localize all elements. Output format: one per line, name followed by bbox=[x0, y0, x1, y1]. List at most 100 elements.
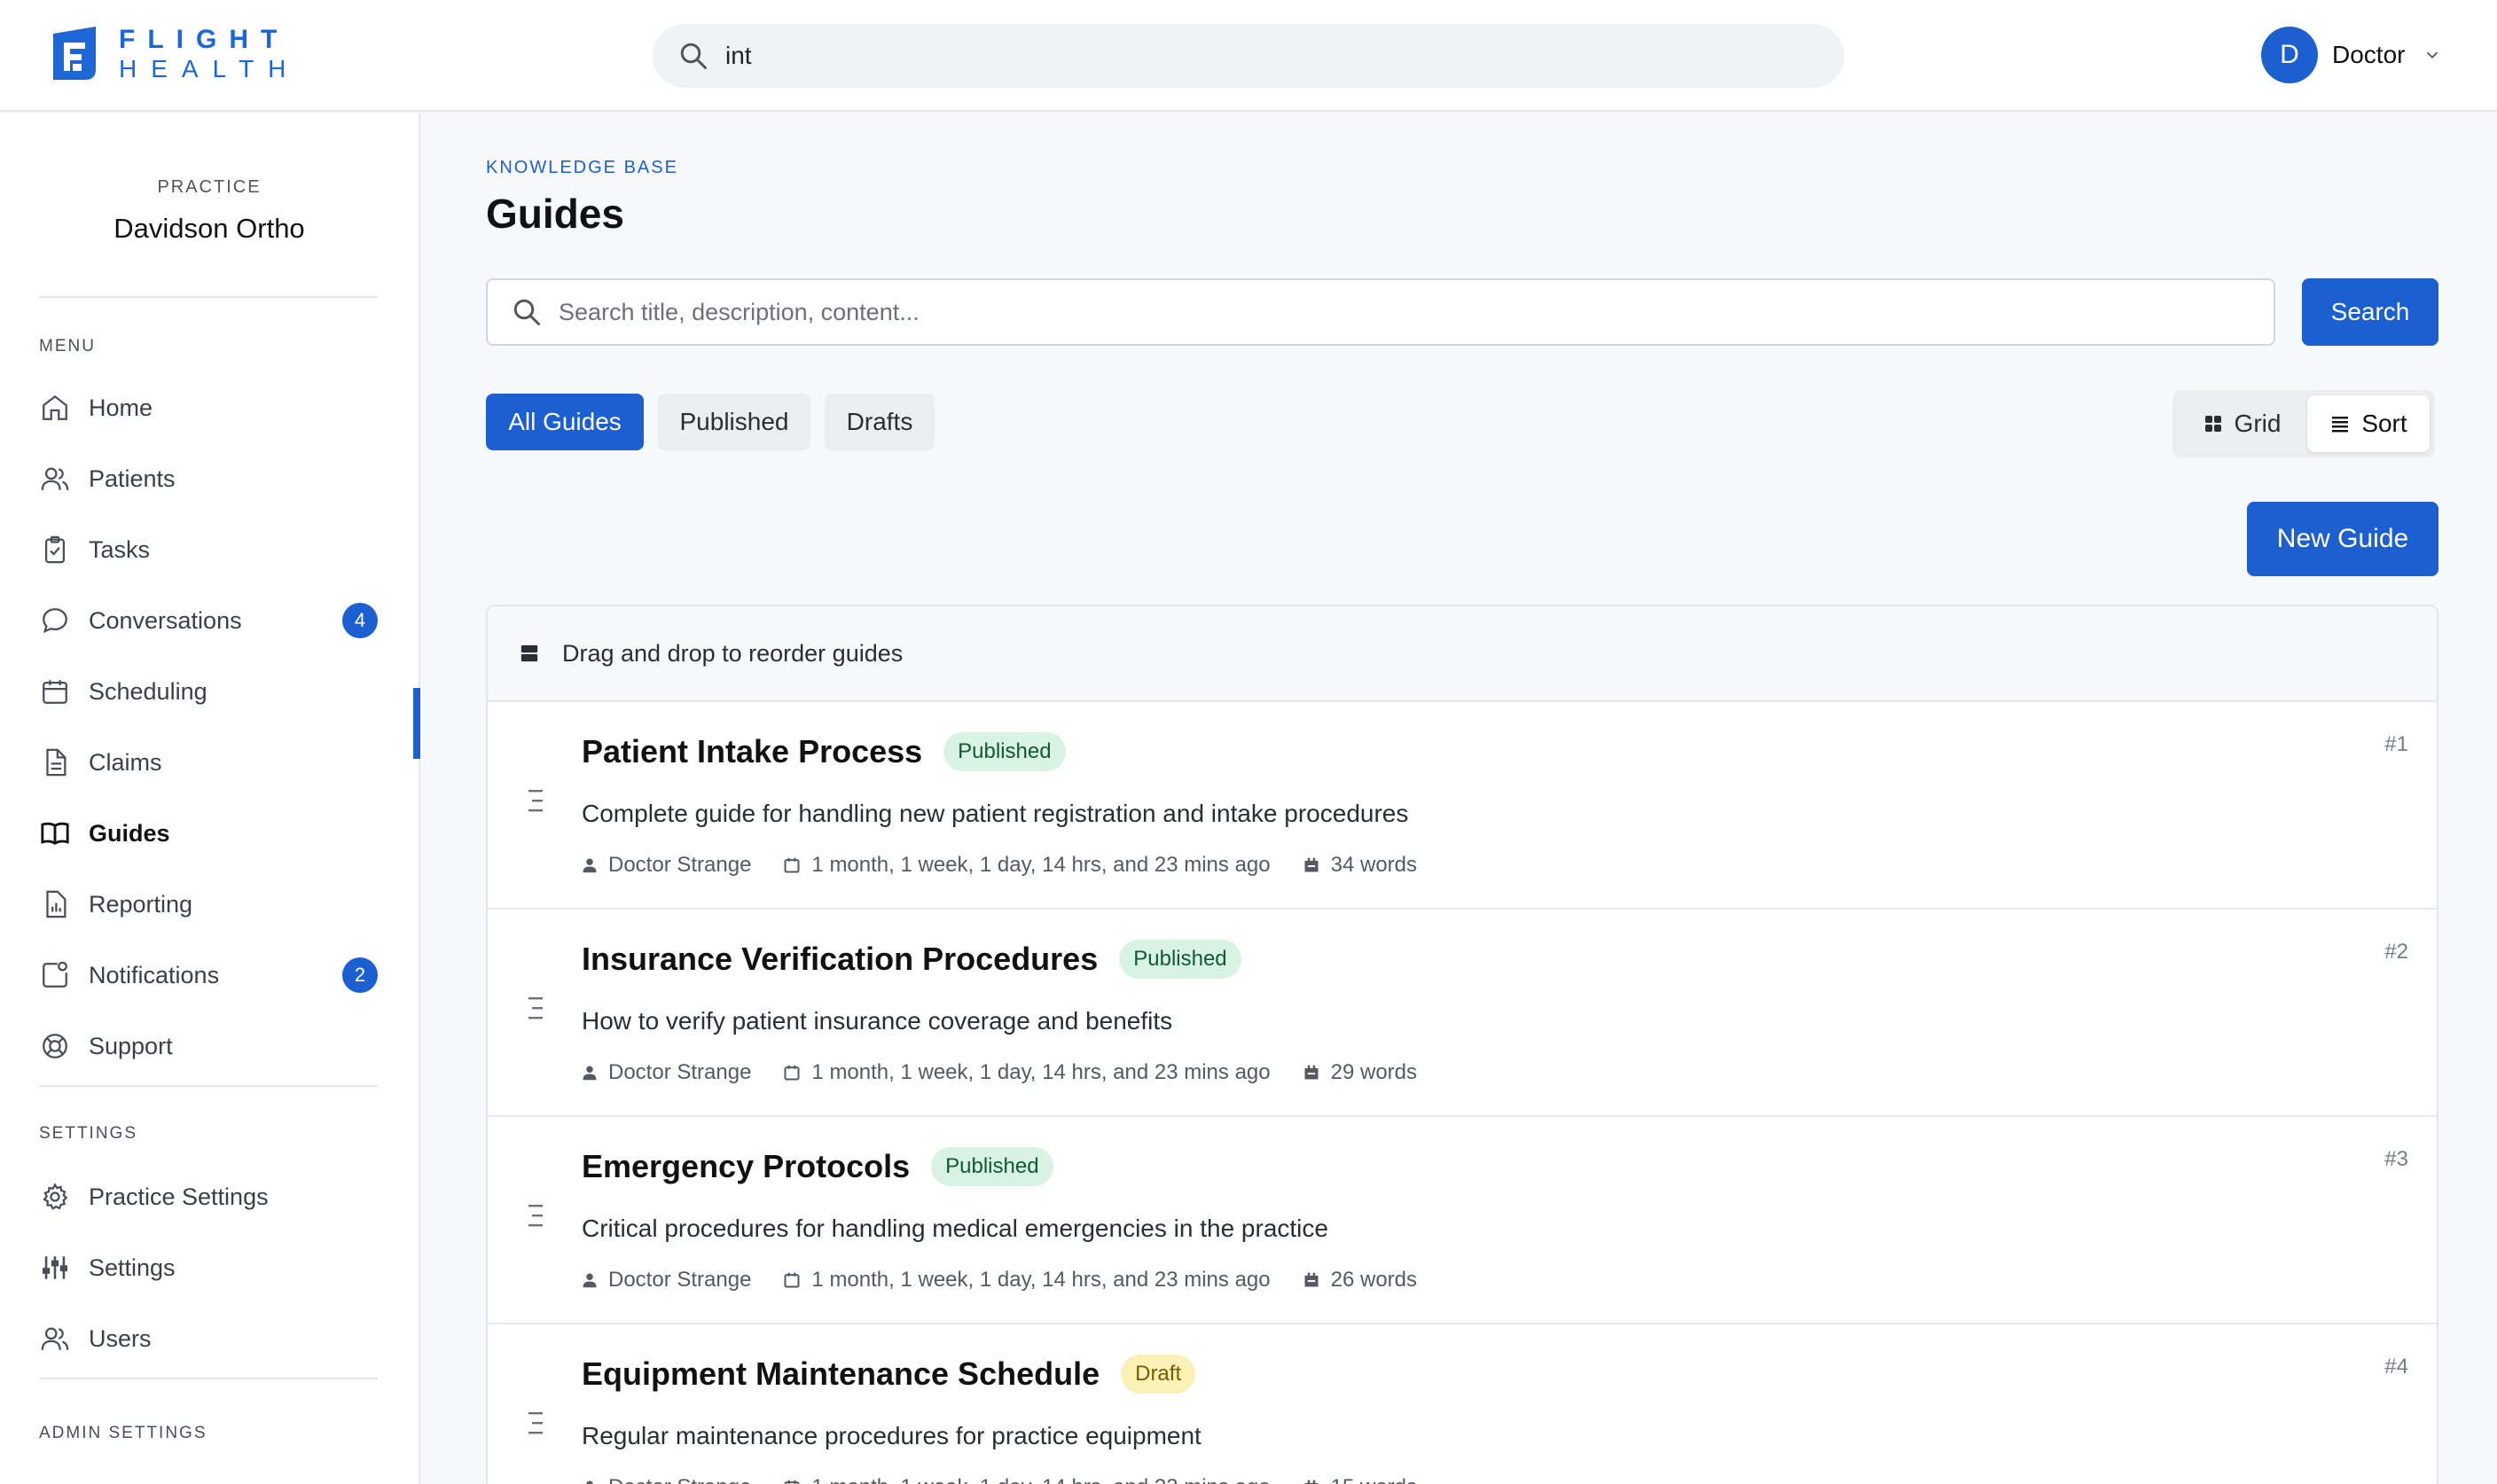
status-badge: Draft bbox=[1121, 1355, 1196, 1394]
sort-view-button[interactable]: Sort bbox=[2307, 395, 2430, 452]
guide-row[interactable]: Equipment Maintenance Schedule Draft Reg… bbox=[488, 1324, 2437, 1484]
guide-author: Doctor Strange bbox=[608, 1060, 752, 1084]
guide-meta: Doctor Strange 1 month, 1 week, 1 day, 1… bbox=[582, 1475, 1449, 1484]
sidebar-item-claims[interactable]: Claims bbox=[39, 736, 378, 789]
guide-updated: 1 month, 1 week, 1 day, 14 hrs, and 23 m… bbox=[811, 853, 1271, 877]
guide-meta: Doctor Strange 1 month, 1 week, 1 day, 1… bbox=[582, 1060, 1449, 1085]
report-chart-icon bbox=[39, 888, 71, 920]
gear-icon bbox=[39, 1181, 71, 1213]
drag-handle-icon[interactable] bbox=[527, 1202, 544, 1229]
filter-published[interactable]: Published bbox=[658, 394, 810, 450]
grid-icon bbox=[2203, 413, 2224, 434]
sidebar-item-notifications[interactable]: Notifications 2 bbox=[39, 949, 378, 1002]
sidebar-item-conversations[interactable]: Conversations 4 bbox=[39, 594, 378, 647]
conversations-count-badge: 4 bbox=[342, 603, 378, 638]
guide-word-count: 29 words bbox=[1330, 1060, 1418, 1084]
sidebar-item-label: Tasks bbox=[89, 535, 151, 563]
top-bar: FLIGHT HEALTH D Doctor bbox=[0, 0, 2497, 112]
sidebar-item-tasks[interactable]: Tasks bbox=[39, 523, 378, 576]
guide-description: Critical procedures for handling medical… bbox=[582, 1215, 1328, 1242]
filter-all-guides[interactable]: All Guides bbox=[486, 394, 644, 450]
global-search-bar[interactable] bbox=[653, 24, 1844, 88]
sidebar-divider bbox=[39, 296, 378, 298]
sidebar-item-label: Conversations bbox=[89, 606, 242, 634]
sidebar: PRACTICE Davidson Ortho MENU Home Patien… bbox=[0, 113, 420, 1484]
sidebar-item-label: Reporting bbox=[89, 890, 193, 918]
active-nav-indicator bbox=[413, 688, 420, 759]
user-name[interactable]: Doctor bbox=[2332, 41, 2405, 69]
guide-title[interactable]: Equipment Maintenance Schedule bbox=[582, 1355, 1100, 1393]
guide-updated: 1 month, 1 week, 1 day, 14 hrs, and 23 m… bbox=[811, 1475, 1270, 1484]
guide-title[interactable]: Insurance Verification Procedures bbox=[582, 941, 1098, 978]
sidebar-item-label: Support bbox=[89, 1032, 173, 1059]
sidebar-item-label: Guides bbox=[89, 819, 170, 847]
guide-row[interactable]: Patient Intake Process Published Complet… bbox=[488, 702, 2437, 910]
word-count-icon bbox=[1304, 857, 1319, 872]
word-count-icon bbox=[1304, 1272, 1319, 1287]
guides-list: Drag and drop to reorder guides Patient … bbox=[486, 605, 2438, 1484]
chevron-down-icon[interactable] bbox=[2423, 45, 2442, 65]
drag-handle-icon[interactable] bbox=[527, 787, 544, 814]
sidebar-item-scheduling[interactable]: Scheduling bbox=[39, 665, 378, 718]
global-search-input[interactable] bbox=[725, 42, 1789, 70]
filter-drafts[interactable]: Drafts bbox=[825, 394, 935, 450]
guide-order-number: #1 bbox=[2384, 732, 2408, 756]
sidebar-item-home[interactable]: Home bbox=[39, 381, 378, 434]
status-badge: Published bbox=[1119, 940, 1241, 979]
user-icon bbox=[583, 1066, 597, 1081]
users-icon bbox=[39, 463, 71, 495]
view-toggle: Grid Sort bbox=[2172, 390, 2435, 457]
sidebar-item-users[interactable]: Users bbox=[39, 1312, 378, 1365]
user-menu[interactable]: D Doctor bbox=[2261, 27, 2442, 83]
reorder-hint-text: Drag and drop to reorder guides bbox=[562, 639, 904, 667]
guide-title[interactable]: Emergency Protocols bbox=[582, 1148, 910, 1185]
status-badge: Published bbox=[931, 1147, 1053, 1186]
sidebar-item-reporting[interactable]: Reporting bbox=[39, 878, 378, 931]
guide-title[interactable]: Patient Intake Process bbox=[582, 733, 922, 770]
guide-search-input[interactable] bbox=[559, 298, 2243, 326]
guide-row[interactable]: Insurance Verification Procedures Publis… bbox=[488, 910, 2437, 1117]
sidebar-item-label: Claims bbox=[89, 748, 162, 776]
practice-label: PRACTICE bbox=[157, 177, 262, 197]
reorder-hint-bar: Drag and drop to reorder guides bbox=[488, 606, 2437, 702]
new-guide-button[interactable]: New Guide bbox=[2247, 502, 2438, 576]
guide-row[interactable]: Emergency Protocols Published Critical p… bbox=[488, 1117, 2437, 1324]
drag-handle-icon[interactable] bbox=[527, 995, 544, 1021]
calendar-icon bbox=[784, 1065, 800, 1081]
avatar[interactable]: D bbox=[2261, 27, 2318, 83]
sidebar-item-label: Patients bbox=[89, 465, 176, 492]
sort-view-label: Sort bbox=[2361, 410, 2407, 437]
drag-handle-icon[interactable] bbox=[527, 1410, 544, 1436]
user-icon bbox=[583, 858, 597, 873]
lifebuoy-icon bbox=[39, 1030, 71, 1062]
practice-name[interactable]: Davidson Ortho bbox=[0, 213, 419, 245]
knowledge-base-label: KNOWLEDGE BASE bbox=[486, 158, 678, 177]
search-icon bbox=[513, 299, 540, 325]
guide-updated: 1 month, 1 week, 1 day, 14 hrs, and 23 m… bbox=[811, 1268, 1271, 1292]
sidebar-item-label: Users bbox=[89, 1324, 152, 1352]
guide-description: Complete guide for handling new patient … bbox=[582, 800, 1409, 827]
status-badge: Published bbox=[943, 732, 1066, 771]
sidebar-item-label: Practice Settings bbox=[89, 1183, 269, 1210]
guide-author: Doctor Strange bbox=[608, 853, 752, 877]
sidebar-item-support[interactable]: Support bbox=[39, 1019, 378, 1073]
admin-settings-section-label: ADMIN SETTINGS bbox=[39, 1424, 207, 1442]
sidebar-item-settings[interactable]: Settings bbox=[39, 1241, 378, 1294]
logo-text-health: HEALTH bbox=[119, 55, 301, 82]
guide-search-field[interactable] bbox=[486, 278, 2275, 346]
sidebar-item-guides[interactable]: Guides bbox=[39, 807, 378, 860]
search-button[interactable]: Search bbox=[2302, 278, 2438, 346]
sidebar-item-label: Scheduling bbox=[89, 677, 207, 705]
sidebar-item-practice-settings[interactable]: Practice Settings bbox=[39, 1170, 378, 1223]
guide-word-count: 15 words bbox=[1331, 1475, 1417, 1484]
sidebar-item-patients[interactable]: Patients bbox=[39, 452, 378, 505]
word-count-icon bbox=[1304, 1065, 1319, 1080]
flight-health-logo[interactable]: FLIGHT HEALTH bbox=[46, 25, 300, 83]
grid-view-button[interactable]: Grid bbox=[2180, 395, 2304, 452]
sliders-icon bbox=[39, 1252, 71, 1284]
calendar-icon bbox=[784, 857, 800, 873]
page-title: Guides bbox=[486, 191, 624, 237]
book-open-icon bbox=[39, 817, 71, 849]
sidebar-divider bbox=[39, 1085, 378, 1087]
sidebar-item-label: Home bbox=[89, 394, 153, 421]
